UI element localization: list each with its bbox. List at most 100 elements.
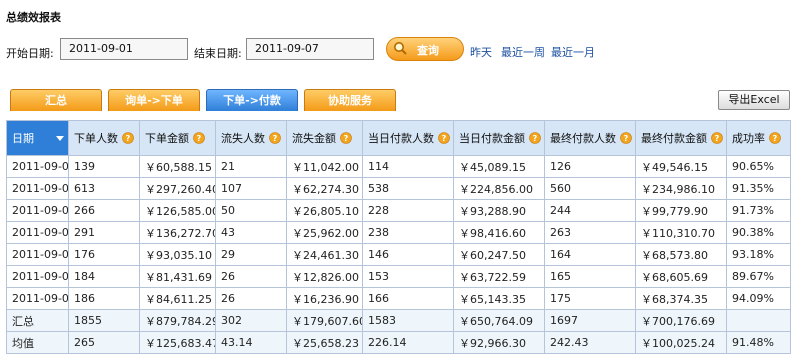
- filter-row: 开始日期: 2011-09-01 结束日期: 2011-09-07 查询 昨天 …: [6, 37, 796, 64]
- table-cell: 91.48%: [726, 331, 791, 354]
- help-icon[interactable]: ?: [438, 132, 450, 144]
- end-date-input[interactable]: 2011-09-07: [246, 38, 374, 60]
- summary-row: 均值 265 ￥125,683.47 43.14 ￥25,658.23 226.14 ￥92…: [6, 331, 791, 354]
- table-cell: 1855: [68, 309, 140, 332]
- table-cell: ￥93,288.90: [453, 199, 545, 222]
- table-cell: 266: [68, 199, 140, 222]
- sort-desc-icon[interactable]: [56, 136, 64, 141]
- table-row: 2011-09-04291￥136,272.7043￥25,962.00238￥…: [6, 221, 791, 244]
- tab-inquiry-to-order[interactable]: 询单->下单: [108, 89, 200, 111]
- table-cell: 21: [215, 155, 287, 178]
- table-cell: 43.14: [215, 331, 287, 354]
- help-icon[interactable]: ?: [620, 132, 632, 144]
- table-cell: ￥12,826.00: [286, 265, 363, 288]
- column-header-label: 流失人数: [221, 132, 265, 145]
- export-excel-button[interactable]: 导出Excel: [718, 90, 790, 110]
- table-cell: 50: [215, 199, 287, 222]
- table-cell: 91.73%: [726, 199, 791, 222]
- column-header[interactable]: 当日付款金额?: [453, 120, 545, 156]
- table-cell: ￥98,416.60: [453, 221, 545, 244]
- quick-link-yesterday[interactable]: 昨天: [470, 44, 492, 60]
- table-row: 2011-09-07139￥60,588.1521￥11,042.00114￥4…: [6, 155, 791, 178]
- column-header-label: 当日付款人数: [368, 132, 434, 145]
- table-cell: ￥60,247.50: [453, 243, 545, 266]
- table-cell: 2011-09-04: [6, 221, 69, 244]
- query-button-label: 查询: [417, 44, 439, 57]
- quick-link-last-month[interactable]: 最近一月: [551, 44, 595, 60]
- table-cell: 166: [362, 287, 454, 310]
- svg-text:?: ?: [344, 134, 349, 143]
- table-cell: 126: [544, 155, 636, 178]
- help-icon[interactable]: ?: [529, 132, 541, 144]
- table-cell: ￥60,588.15: [139, 155, 216, 178]
- help-icon[interactable]: ?: [769, 132, 781, 144]
- help-icon[interactable]: ?: [269, 132, 281, 144]
- table-cell: 139: [68, 155, 140, 178]
- svg-text:?: ?: [273, 134, 278, 143]
- table-cell: 89.67%: [726, 265, 791, 288]
- help-icon[interactable]: ?: [711, 132, 723, 144]
- summary-row: 汇总 1855 ￥879,784.29 302 ￥179,607.60 1583 ￥650,…: [6, 309, 791, 332]
- column-header[interactable]: 流失金额?: [286, 120, 363, 156]
- table-cell: 107: [215, 177, 287, 200]
- table-cell: ￥24,461.30: [286, 243, 363, 266]
- svg-text:?: ?: [533, 134, 538, 143]
- column-header[interactable]: 最终付款人数?: [544, 120, 636, 156]
- column-header[interactable]: 成功率?: [726, 120, 791, 156]
- help-icon[interactable]: ?: [193, 132, 205, 144]
- table-cell: 228: [362, 199, 454, 222]
- help-icon[interactable]: ?: [340, 132, 352, 144]
- table-cell: ￥126,585.00: [139, 199, 216, 222]
- table-cell: ￥11,042.00: [286, 155, 363, 178]
- table-cell: 164: [544, 243, 636, 266]
- table-cell: ￥234,986.10: [635, 177, 727, 200]
- column-header-label: 最终付款人数: [550, 132, 616, 145]
- column-header[interactable]: 当日付款人数?: [362, 120, 454, 156]
- table-cell: 265: [68, 331, 140, 354]
- table-cell: ￥25,658.23: [286, 331, 363, 354]
- help-icon[interactable]: ?: [122, 132, 134, 144]
- table-cell: 186: [68, 287, 140, 310]
- table-cell: ￥68,374.35: [635, 287, 727, 310]
- table-body: 2011-09-07139￥60,588.1521￥11,042.00114￥4…: [6, 155, 791, 354]
- table-cell: ￥879,784.29: [139, 309, 216, 332]
- tab-order-to-payment[interactable]: 下单->付款: [206, 89, 298, 111]
- quick-link-last-week[interactable]: 最近一周: [501, 44, 545, 60]
- table-cell: 226.14: [362, 331, 454, 354]
- table-cell: 2011-09-06: [6, 177, 69, 200]
- column-header[interactable]: 最终付款金额?: [635, 120, 727, 156]
- page-title: 总绩效报表: [6, 11, 61, 24]
- table-cell: 26: [215, 265, 287, 288]
- table-cell: ￥68,573.80: [635, 243, 727, 266]
- column-header[interactable]: 下单金额?: [139, 120, 216, 156]
- table-cell: 244: [544, 199, 636, 222]
- table-cell: ￥16,236.90: [286, 287, 363, 310]
- table-cell: 242.43: [544, 331, 636, 354]
- column-header[interactable]: 下单人数?: [68, 120, 140, 156]
- report-table-wrap: 日期 下单人数? 下单金额? 流失人数? 流失金额? 当日付款人数? 当日付款金额? 最终付款…: [6, 120, 794, 354]
- query-button[interactable]: 查询: [386, 37, 464, 61]
- table-cell: ￥65,143.35: [453, 287, 545, 310]
- table-cell: 560: [544, 177, 636, 200]
- table-cell: 146: [362, 243, 454, 266]
- svg-text:?: ?: [126, 134, 131, 143]
- column-header[interactable]: 日期: [6, 120, 69, 156]
- search-icon: [394, 42, 407, 55]
- table-cell: ￥92,966.30: [453, 331, 545, 354]
- column-header-label: 流失金额: [292, 132, 336, 145]
- start-date-input[interactable]: 2011-09-01: [60, 38, 188, 60]
- report-tabs: 汇总 询单->下单 下单->付款 协助服务: [10, 89, 790, 111]
- table-row: 2011-09-05266￥126,585.0050￥26,805.10228￥…: [6, 199, 791, 222]
- tab-summary[interactable]: 汇总: [10, 89, 102, 111]
- column-header[interactable]: 流失人数?: [215, 120, 287, 156]
- table-cell: 29: [215, 243, 287, 266]
- end-date-label: 结束日期:: [194, 47, 242, 60]
- column-header-label: 当日付款金额: [459, 132, 525, 145]
- tab-assist-service[interactable]: 协助服务: [304, 89, 396, 111]
- column-header-label: 成功率: [732, 132, 765, 145]
- table-row: 2011-09-06613￥297,260.40107￥62,274.30538…: [6, 177, 791, 200]
- table-cell: ￥45,089.15: [453, 155, 545, 178]
- table-cell: 538: [362, 177, 454, 200]
- table-cell: [726, 309, 791, 332]
- table-row: 2011-09-01186￥84,611.2526￥16,236.90166￥6…: [6, 287, 791, 310]
